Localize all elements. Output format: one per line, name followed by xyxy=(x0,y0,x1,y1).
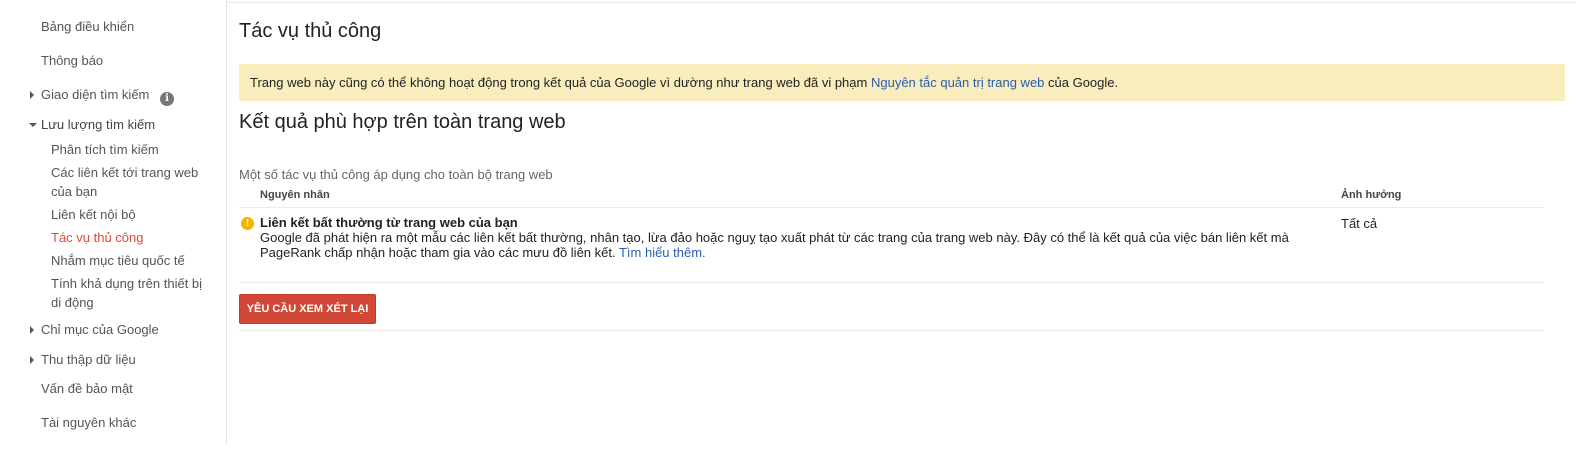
section-title: Kết quả phù hợp trên toàn trang web xyxy=(239,111,566,133)
sidebar-item-other-resources[interactable]: Tài nguyên khác xyxy=(41,415,136,430)
sidebar-item-label: Lưu lượng tìm kiếm xyxy=(41,117,156,132)
learn-more-link[interactable]: Tìm hiểu thêm. xyxy=(619,245,706,260)
sidebar-item-dashboard[interactable]: Bảng điều khiển xyxy=(41,19,134,34)
sidebar-item-crawl[interactable]: Thu thập dữ liệu xyxy=(30,352,136,367)
section-description: Một số tác vụ thủ công áp dụng cho toàn … xyxy=(239,167,553,182)
sidebar-subitem-internal-links[interactable]: Liên kết nội bộ xyxy=(51,205,211,224)
sidebar-item-search-traffic[interactable]: Lưu lượng tìm kiếm xyxy=(29,117,156,132)
column-header-impact: Ảnh hưởng xyxy=(1341,189,1402,201)
sidebar-item-messages[interactable]: Thông báo xyxy=(41,53,103,68)
warning-icon: ! xyxy=(241,217,254,230)
sidebar: Bảng điều khiển Thông báo Giao diện tìm … xyxy=(0,0,227,445)
sidebar-subitem-international-targeting[interactable]: Nhắm mục tiêu quốc tế xyxy=(51,251,211,270)
collapse-arrow-icon xyxy=(29,123,37,127)
table-divider xyxy=(239,282,1544,283)
warning-text-before: Trang web này cũng có thể không hoạt độn… xyxy=(250,75,871,90)
impact-value: Tất cả xyxy=(1341,216,1378,231)
sidebar-subitem-manual-actions[interactable]: Tác vụ thủ công xyxy=(51,228,211,247)
column-header-reason: Nguyên nhân xyxy=(260,189,330,201)
sidebar-subitem-links-to-site[interactable]: Các liên kết tới trang web của bạn xyxy=(51,163,211,201)
sidebar-subitem-search-analytics[interactable]: Phân tích tìm kiếm xyxy=(51,140,211,159)
warning-banner: Trang web này cũng có thể không hoạt độn… xyxy=(239,64,1565,101)
sidebar-subitem-mobile-usability[interactable]: Tính khả dụng trên thiết bị di động xyxy=(51,274,211,312)
sidebar-item-label: Thu thập dữ liệu xyxy=(41,352,136,367)
webmaster-guidelines-link[interactable]: Nguyên tắc quản trị trang web xyxy=(871,75,1044,90)
page-title: Tác vụ thủ công xyxy=(239,20,382,42)
sidebar-item-label: Giao diện tìm kiếm xyxy=(41,87,150,102)
expand-arrow-icon xyxy=(30,356,34,364)
warning-text: Trang web này cũng có thể không hoạt độn… xyxy=(250,75,1118,90)
warning-text-after: của Google. xyxy=(1044,75,1119,90)
sidebar-item-search-appearance[interactable]: Giao diện tìm kiếm i xyxy=(30,87,174,106)
sidebar-item-google-index[interactable]: Chỉ mục của Google xyxy=(30,322,159,337)
expand-arrow-icon xyxy=(30,326,34,334)
bottom-divider xyxy=(239,330,1544,331)
reason-description: Google đã phát hiện ra một mẫu các liên … xyxy=(260,230,1320,260)
sidebar-item-label: Chỉ mục của Google xyxy=(41,322,159,337)
info-icon[interactable]: i xyxy=(160,92,174,106)
main-content: Tác vụ thủ công Trang web này cũng có th… xyxy=(239,0,1576,457)
sidebar-item-security-issues[interactable]: Vấn đề bảo mật xyxy=(41,381,133,396)
reason-description-text: Google đã phát hiện ra một mẫu các liên … xyxy=(260,230,1289,260)
expand-arrow-icon xyxy=(30,91,34,99)
request-review-button[interactable]: YÊU CẦU XEM XÉT LẠI xyxy=(239,294,376,324)
table-divider xyxy=(239,207,1544,208)
reason-title: Liên kết bất thường từ trang web của bạn xyxy=(260,215,518,230)
